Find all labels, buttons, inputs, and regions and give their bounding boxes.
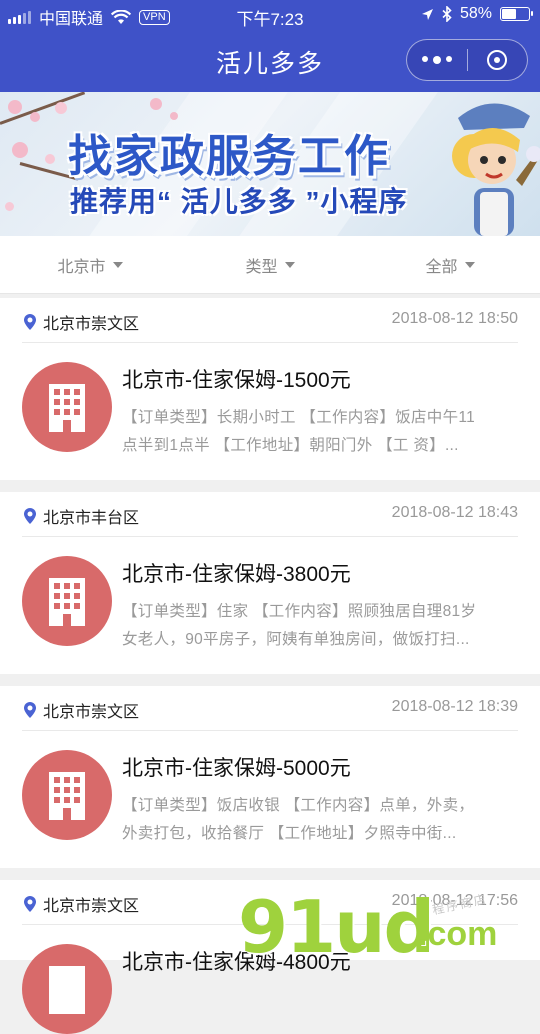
watermark-logo: 91ud (238, 885, 435, 969)
job-title: 北京市-住家保姆-3800元 (122, 563, 351, 586)
filter-type[interactable]: 类型 (180, 236, 360, 293)
battery-icon (500, 7, 533, 21)
banner-subline: 推荐用“ 活儿多多 ”小程序 (70, 186, 408, 217)
job-date: 2018-08-12 18:43 (391, 504, 518, 521)
nav-bar: 活儿多多 (0, 30, 540, 92)
wifi-icon (111, 9, 132, 24)
filter-label: 北京市 (57, 258, 106, 276)
caret-down-icon (112, 262, 123, 268)
location-pin-icon (24, 896, 36, 912)
job-description-line: 女老人，90平房子，阿姨有单独房间，做饭打扫... (122, 631, 470, 648)
job-description-line: 外卖打包，收拾餐厅 【工作地址】夕照寺中街... (122, 825, 457, 842)
building-icon (22, 362, 112, 452)
location-arrow-icon (421, 8, 433, 20)
job-card[interactable]: 北京市崇文区 2018-08-12 18:39 北京市-住家保姆-5000元 【… (0, 686, 540, 868)
location-pin-icon (24, 314, 36, 330)
close-target-icon (487, 50, 508, 70)
signal-icon (8, 10, 31, 24)
job-title: 北京市-住家保姆-5000元 (122, 757, 351, 780)
battery-percent: 58% (459, 5, 492, 22)
job-location: 北京市崇文区 (43, 898, 140, 915)
watermark-domain: .com (418, 915, 498, 953)
caret-down-icon (284, 262, 295, 268)
job-location: 北京市丰台区 (43, 510, 140, 527)
job-description-line: 【订单类型】饭店收银 【工作内容】点单，外卖， (122, 797, 475, 814)
building-icon (22, 944, 112, 1034)
location-pin-icon (24, 508, 36, 524)
job-description: 【订单类型】长期小时工 【工作内容】饭店中午11 点半到1点半 【工作地址】朝阳… (122, 404, 518, 460)
job-card[interactable]: 北京市崇文区 2018-08-12 18:50 北京市-住家保姆-1500元 【… (0, 298, 540, 480)
job-card[interactable]: 北京市丰台区 2018-08-12 18:43 北京市-住家保姆-3800元 【… (0, 492, 540, 674)
job-description: 【订单类型】饭店收银 【工作内容】点单，外卖， 外卖打包，收拾餐厅 【工作地址】… (122, 792, 518, 848)
filter-label: 类型 (245, 258, 278, 276)
job-location: 北京市崇文区 (43, 316, 140, 333)
job-title: 北京市-住家保姆-1500元 (122, 369, 351, 392)
job-date: 2018-08-12 18:50 (391, 310, 518, 327)
filter-label: 全部 (425, 258, 458, 276)
bluetooth-icon (442, 6, 452, 22)
location-pin-icon (24, 702, 36, 718)
job-description-line: 【订单类型】住家 【工作内容】照顾独居自理81岁 (122, 603, 477, 620)
filter-bar: 北京市 类型 全部 (0, 236, 540, 294)
job-description: 【订单类型】住家 【工作内容】照顾独居自理81岁 女老人，90平房子，阿姨有单独… (122, 598, 518, 654)
banner-headline: 找家政服务工作 (68, 132, 390, 181)
job-date: 2018-08-12 18:39 (391, 698, 518, 715)
caret-down-icon (464, 262, 475, 268)
filter-city[interactable]: 北京市 (0, 236, 180, 293)
status-bar: 中国联通 VPN 下午7:23 58% (0, 0, 540, 30)
miniprogram-capsule (406, 39, 528, 81)
close-button[interactable] (468, 40, 528, 80)
job-description-line: 点半到1点半 【工作地址】朝阳门外 【工 资】... (122, 437, 459, 454)
maid-illustration (452, 103, 540, 236)
vpn-badge: VPN (139, 9, 170, 25)
job-location: 北京市崇文区 (43, 704, 140, 721)
promo-banner[interactable]: 找家政服务工作 推荐用“ 活儿多多 ”小程序 (0, 92, 540, 236)
job-description-line: 【订单类型】长期小时工 【工作内容】饭店中午11 (122, 409, 476, 426)
building-icon (22, 750, 112, 840)
more-button[interactable] (407, 40, 467, 80)
more-dots-icon (421, 56, 452, 64)
filter-all[interactable]: 全部 (360, 236, 540, 293)
carrier-label: 中国联通 (39, 11, 104, 28)
building-icon (22, 556, 112, 646)
